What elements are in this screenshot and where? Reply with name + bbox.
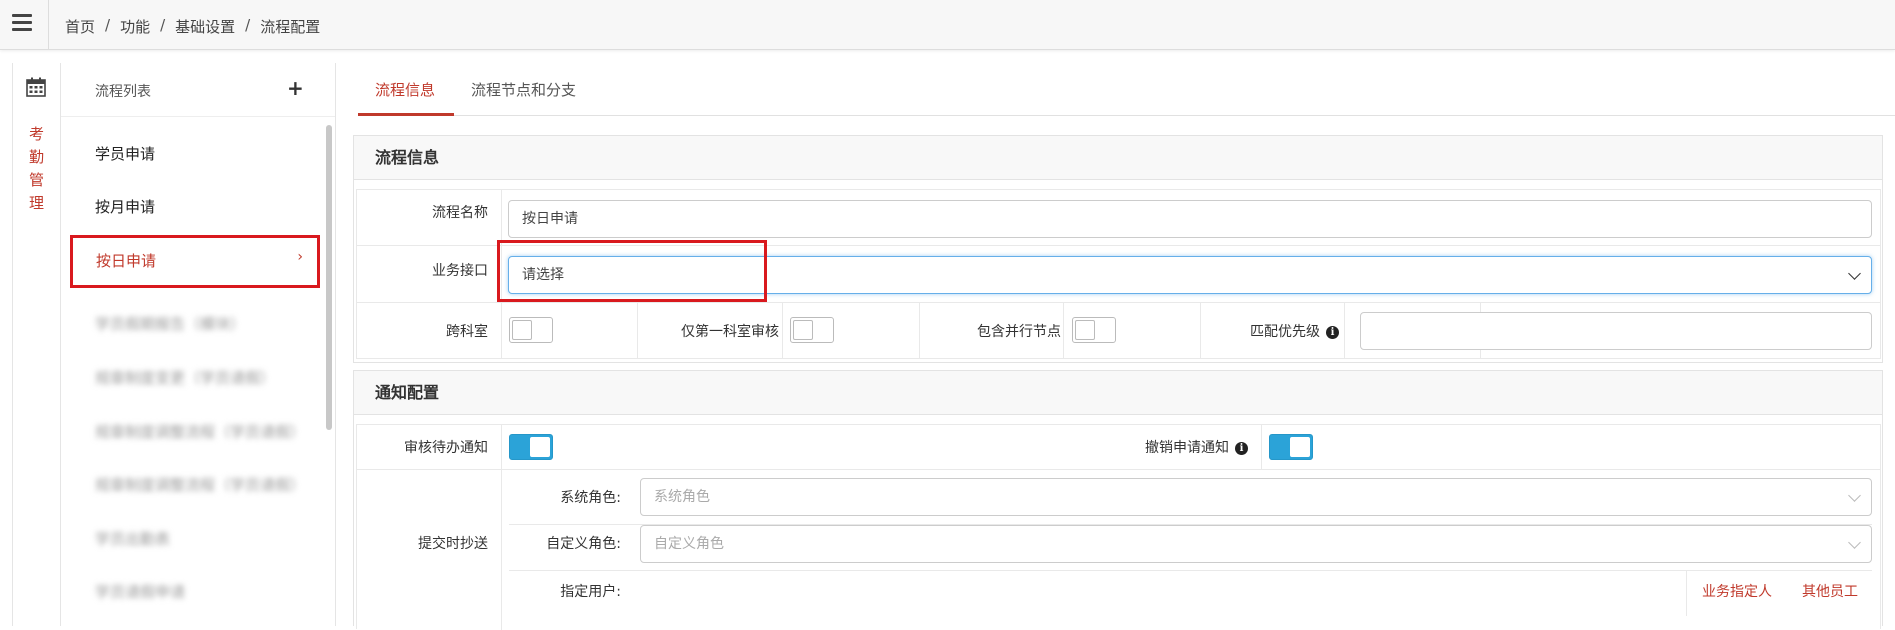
chevron-down-icon xyxy=(1848,267,1861,280)
business-person-link[interactable]: 业务指定人 xyxy=(1702,581,1772,601)
breadcrumb-separator: / xyxy=(105,16,111,34)
tab-flow-info[interactable]: 流程信息 xyxy=(375,79,435,100)
system-role-select[interactable]: 系统角色 xyxy=(640,478,1872,516)
list-item[interactable]: 规章制度调整流程（学员请假） xyxy=(69,459,319,509)
business-interface-label: 业务接口 xyxy=(432,263,488,279)
divider xyxy=(637,303,638,358)
breadcrumb-basic-settings[interactable]: 基础设置 xyxy=(175,16,235,37)
flow-name-input[interactable]: 按日申请 xyxy=(508,200,1872,238)
form-row-notify: 审核待办通知 撤销申请通知 i xyxy=(356,424,1881,470)
parallel-node-toggle[interactable] xyxy=(1072,317,1116,343)
revoke-notify-toggle[interactable] xyxy=(1269,434,1313,460)
list-item[interactable]: 规章制度变更（学员请假） xyxy=(69,352,319,402)
system-role-placeholder: 系统角色 xyxy=(654,489,710,505)
divider xyxy=(501,303,502,358)
match-priority-label: 匹配优先级 i xyxy=(1250,321,1339,341)
flow-list-header: 流程列表 + xyxy=(61,63,335,117)
info-icon[interactable]: i xyxy=(1235,442,1248,455)
chevron-right-icon: › xyxy=(297,249,303,265)
list-item-label: 学员申请 xyxy=(95,145,156,163)
list-item[interactable]: 学员申请 xyxy=(69,128,319,178)
list-item-label: 学员出勤表 xyxy=(95,530,171,548)
list-item-label: 规章制度调整流程（学员请假） xyxy=(95,423,306,441)
list-item-label: 按月申请 xyxy=(95,198,156,216)
active-tab-indicator xyxy=(358,113,454,116)
notify-section: 通知配置 审核待办通知 撤销申请通知 i 提交时抄送 系统角色: 系统角色 自定义… xyxy=(353,370,1883,630)
parallel-node-label: 包含并行节点 xyxy=(977,324,1061,340)
flow-name-label: 流程名称 xyxy=(432,205,488,221)
breadcrumb: 首页 / 功能 / 基础设置 / 流程配置 xyxy=(65,16,320,37)
list-item[interactable]: 学员出勤表 xyxy=(69,513,319,563)
divider xyxy=(501,190,502,245)
form-row-interface: 业务接口 请选择 xyxy=(356,245,1881,303)
business-interface-select[interactable]: 请选择 xyxy=(508,256,1872,294)
cross-dept-label: 跨科室 xyxy=(446,324,488,340)
list-item-label: 学员假期报告（模块） xyxy=(95,315,246,333)
tab-flow-nodes[interactable]: 流程节点和分支 xyxy=(471,79,576,100)
list-item[interactable]: 规章制度调整流程（学员请假） xyxy=(69,406,319,456)
system-role-label: 系统角色: xyxy=(560,490,621,506)
breadcrumb-flow-config: 流程配置 xyxy=(260,18,321,36)
custom-role-select[interactable]: 自定义角色 xyxy=(640,525,1872,563)
custom-role-label: 自定义角色: xyxy=(546,536,621,552)
divider xyxy=(501,425,502,469)
pending-notify-toggle[interactable] xyxy=(509,434,553,460)
chevron-down-icon xyxy=(1848,536,1861,549)
tab-bar: 流程信息 流程节点和分支 xyxy=(358,63,1895,116)
module-label-attendance[interactable]: 考勤管理 xyxy=(27,123,47,215)
divider xyxy=(501,470,502,630)
cc-on-submit-label: 提交时抄送 xyxy=(418,536,488,552)
divider xyxy=(782,303,783,358)
divider xyxy=(1686,571,1687,616)
section-title: 流程信息 xyxy=(354,136,1882,180)
divider xyxy=(48,0,49,50)
pending-notify-label: 审核待办通知 xyxy=(404,440,488,456)
divider xyxy=(919,303,920,358)
specified-user-label: 指定用户: xyxy=(560,584,621,600)
divider xyxy=(1200,303,1201,358)
flow-list-panel: 流程列表 + 学员申请 按月申请 按日申请 › 学员假期报告（模块） 规章制度变… xyxy=(61,63,336,626)
first-dept-only-label: 仅第一科室审核 xyxy=(681,324,779,340)
module-rail: 考勤管理 xyxy=(12,63,61,626)
divider xyxy=(1063,303,1064,358)
breadcrumb-home[interactable]: 首页 xyxy=(65,16,95,37)
custom-role-placeholder: 自定义角色 xyxy=(654,536,724,552)
revoke-notify-text: 撤销申请通知 xyxy=(1145,440,1229,456)
list-item[interactable]: 学员假期报告（模块） xyxy=(69,298,319,348)
first-dept-only-toggle[interactable] xyxy=(790,317,834,343)
divider xyxy=(1261,425,1262,469)
list-item[interactable]: 学员请假申请 xyxy=(69,566,319,616)
flow-info-section: 流程信息 流程名称 按日申请 业务接口 请选择 跨科室 仅第一科室审核 包含并行… xyxy=(353,135,1883,363)
cross-dept-toggle[interactable] xyxy=(509,317,553,343)
hamburger-menu-icon[interactable] xyxy=(12,14,32,34)
form-row-options: 跨科室 仅第一科室审核 包含并行节点 匹配优先级 i xyxy=(356,302,1881,359)
calendar-icon[interactable] xyxy=(26,77,46,97)
divider xyxy=(1344,303,1345,358)
form-row-name: 流程名称 按日申请 xyxy=(356,189,1881,246)
list-scrollbar[interactable] xyxy=(326,125,332,430)
chevron-down-icon xyxy=(1848,489,1861,502)
match-priority-input[interactable] xyxy=(1360,312,1872,350)
list-item-label: 学员请假申请 xyxy=(95,583,186,601)
list-item[interactable]: 按月申请 xyxy=(69,181,319,231)
info-icon[interactable]: i xyxy=(1326,326,1339,339)
divider xyxy=(509,570,1872,571)
list-item-selected[interactable]: 按日申请 › xyxy=(70,235,320,288)
section-title: 通知配置 xyxy=(354,371,1882,415)
breadcrumb-separator: / xyxy=(245,16,251,34)
divider xyxy=(501,246,502,302)
top-bar: 首页 / 功能 / 基础设置 / 流程配置 xyxy=(0,0,1895,50)
business-interface-value: 请选择 xyxy=(522,267,564,283)
add-flow-icon[interactable]: + xyxy=(287,76,304,100)
breadcrumb-function[interactable]: 功能 xyxy=(120,16,150,37)
flow-list-title: 流程列表 xyxy=(95,84,151,100)
revoke-notify-label: 撤销申请通知 i xyxy=(1145,437,1248,457)
other-staff-link[interactable]: 其他员工 xyxy=(1802,581,1858,601)
form-row-cc: 提交时抄送 系统角色: 系统角色 自定义角色: 自定义角色 指定用户: 业务指定… xyxy=(356,469,1881,630)
list-item-label: 按日申请 xyxy=(96,252,157,270)
list-item-label: 规章制度调整流程（学员请假） xyxy=(95,476,306,494)
breadcrumb-separator: / xyxy=(160,16,166,34)
list-item-label: 规章制度变更（学员请假） xyxy=(95,369,276,387)
match-priority-text: 匹配优先级 xyxy=(1250,324,1320,340)
